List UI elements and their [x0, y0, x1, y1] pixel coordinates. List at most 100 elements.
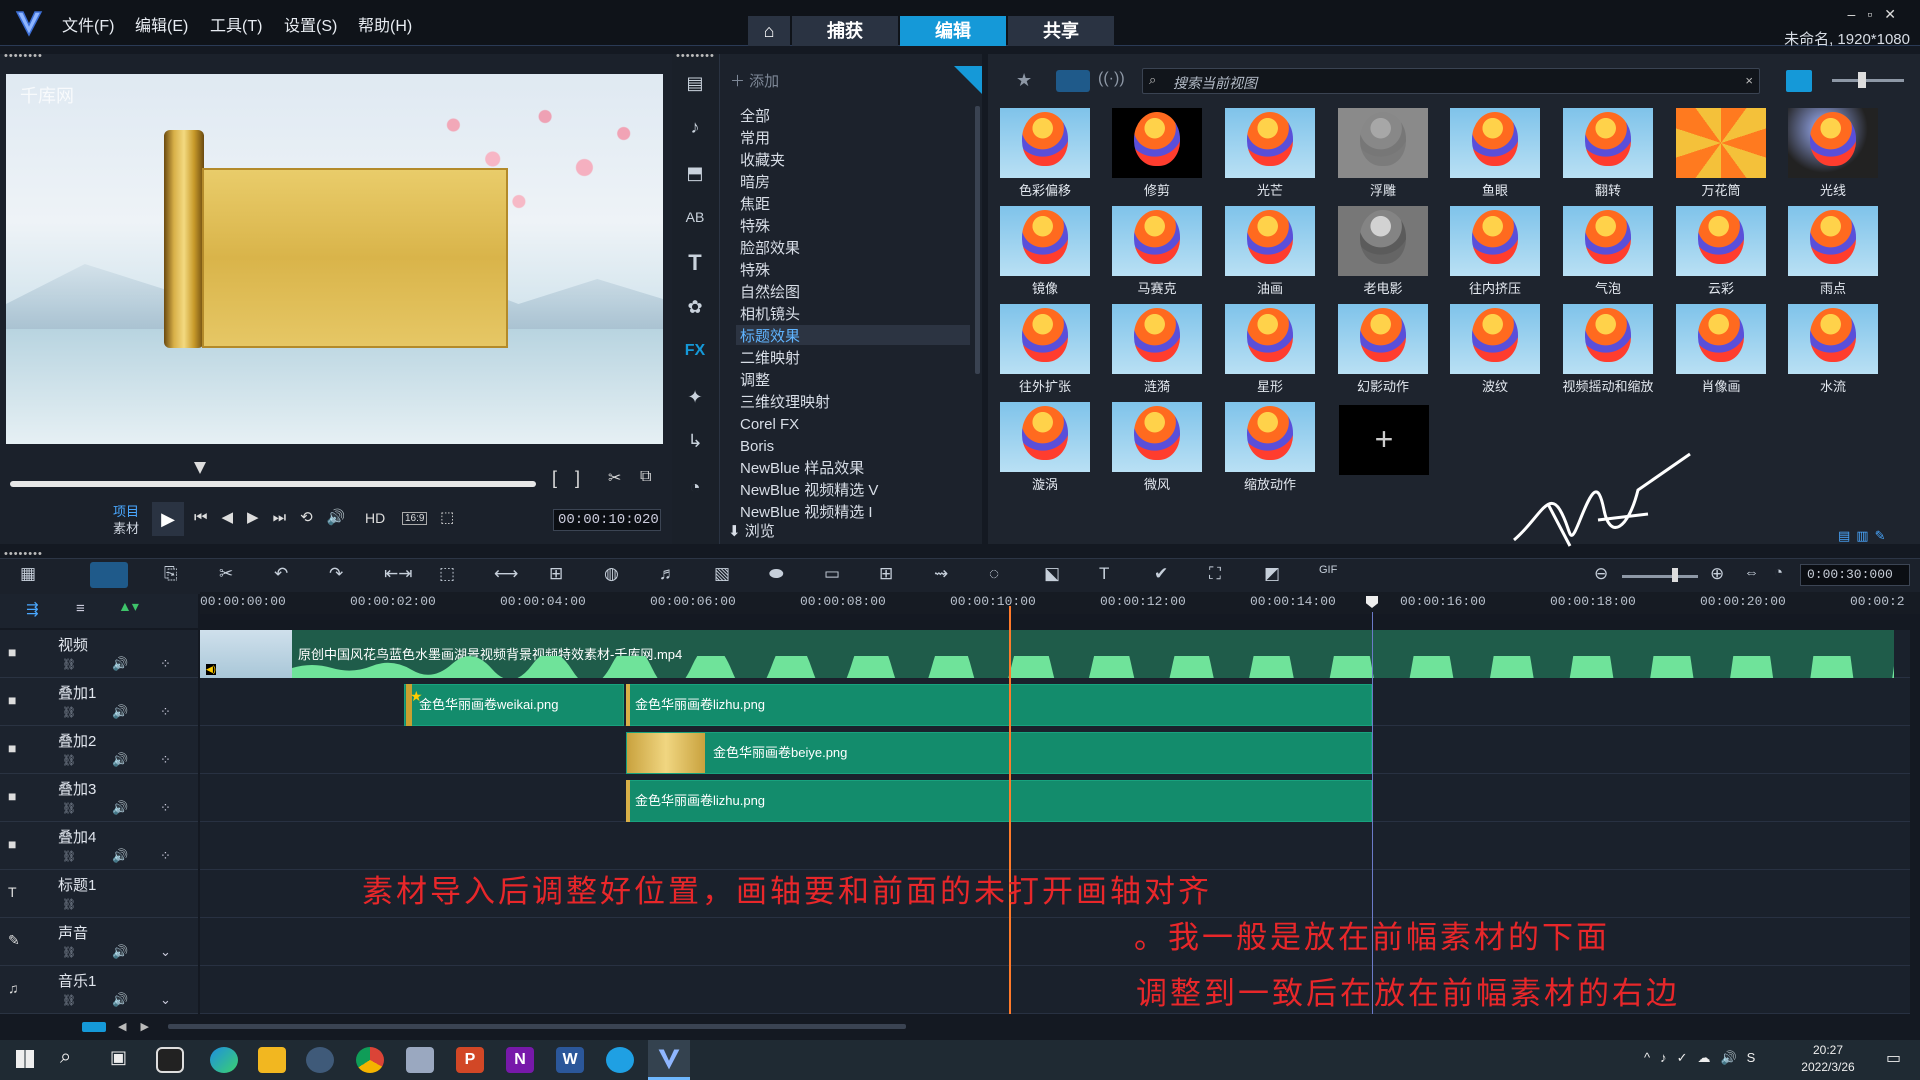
- add-category-button[interactable]: ＋ 添加: [730, 70, 779, 91]
- redo-icon[interactable]: ↷: [329, 564, 343, 584]
- title-icon[interactable]: T: [680, 248, 710, 278]
- audio-icon[interactable]: ♪: [680, 112, 710, 142]
- thumbnail-size-slider[interactable]: [1832, 79, 1904, 82]
- effect-thumbnail[interactable]: [1225, 108, 1315, 178]
- effect-thumbnail[interactable]: [1000, 304, 1090, 374]
- link-icon[interactable]: ⛓: [62, 946, 76, 959]
- effect-thumbnail[interactable]: [1000, 402, 1090, 472]
- overlay3-clip[interactable]: 金色华丽画卷lizhu.png: [626, 780, 1372, 822]
- view-mode-button[interactable]: [1786, 70, 1812, 92]
- category-scrollbar[interactable]: [975, 106, 980, 374]
- link-icon[interactable]: ⛓: [62, 706, 76, 719]
- timecode-display[interactable]: 00:00:10:020: [553, 509, 661, 531]
- track-header[interactable]: ■ 叠加3 ⛓ 🔊 ⁘: [0, 774, 198, 822]
- check-icon[interactable]: ✔: [1154, 564, 1168, 584]
- gallery-layout-buttons[interactable]: ▤▥✎: [1838, 528, 1891, 544]
- audio-mix-icon[interactable]: ♬: [659, 564, 676, 584]
- effect-thumbnail[interactable]: [1112, 108, 1202, 178]
- system-tray-icons[interactable]: ^♪✓☁🔊S: [1644, 1050, 1765, 1066]
- playhead[interactable]: [1009, 606, 1011, 1014]
- preview-scrubber[interactable]: [10, 481, 536, 487]
- mute-icon[interactable]: 🔊: [112, 656, 128, 672]
- onenote-icon[interactable]: N: [506, 1047, 534, 1073]
- effect-thumbnail[interactable]: [1338, 108, 1428, 178]
- effect-thumbnail[interactable]: [1112, 206, 1202, 276]
- time-ruler[interactable]: [200, 592, 1920, 614]
- menu-edit[interactable]: 编辑(E): [135, 12, 188, 36]
- effect-thumbnail[interactable]: [1225, 402, 1315, 472]
- speed-icon[interactable]: ◔: [680, 472, 710, 502]
- split-icon[interactable]: ⟷: [494, 564, 518, 584]
- copy-icon[interactable]: ⧉: [640, 468, 651, 486]
- tab-capture[interactable]: 捕获: [792, 16, 898, 46]
- effect-thumbnail[interactable]: [1676, 206, 1766, 276]
- paint-icon[interactable]: [406, 1047, 434, 1073]
- mute-icon[interactable]: 🔊: [112, 752, 128, 768]
- category-item[interactable]: 二维映射: [740, 348, 800, 370]
- tab-edit[interactable]: 编辑: [900, 16, 1006, 46]
- fx-icon[interactable]: FX: [680, 336, 710, 366]
- move-icon[interactable]: ⊞: [549, 564, 563, 584]
- edge-browser-icon[interactable]: [210, 1047, 238, 1073]
- ripple-edit-icon[interactable]: ⁘: [160, 704, 171, 720]
- blend-icon[interactable]: ⬬: [769, 564, 784, 584]
- overlay2-clip[interactable]: 金色华丽画卷beiye.png: [626, 732, 1372, 774]
- media-icon[interactable]: ▤: [680, 68, 710, 98]
- tools-icon[interactable]: ✂: [219, 564, 233, 584]
- copy-icon[interactable]: ⎘: [164, 564, 178, 584]
- video-clip[interactable]: ◀) 原创中国风花鸟蓝色水墨画湖景视频背景视频特效素材-千库网.mp4: [200, 630, 1894, 678]
- fit-project-icon[interactable]: ⇔: [1744, 564, 1759, 581]
- link-icon[interactable]: ⛓: [62, 754, 76, 767]
- subtitle-icon[interactable]: ▭: [824, 564, 840, 584]
- hd-toggle[interactable]: HD: [365, 510, 385, 526]
- window-controls[interactable]: –▫✕: [1848, 6, 1908, 23]
- effect-thumbnail[interactable]: [1000, 206, 1090, 276]
- task-view-icon[interactable]: ▣: [110, 1047, 127, 1068]
- scroll-arrows[interactable]: ◀▶: [118, 1020, 163, 1033]
- effect-thumbnail[interactable]: [1338, 304, 1428, 374]
- category-item[interactable]: 脸部效果: [740, 238, 800, 260]
- browse-button[interactable]: ⬇ 浏览: [728, 520, 775, 541]
- play-button[interactable]: ▶: [152, 502, 184, 536]
- category-item[interactable]: NewBlue 样品效果: [740, 458, 864, 480]
- link-icon[interactable]: ⛓: [62, 802, 76, 815]
- word-icon[interactable]: W: [556, 1047, 584, 1073]
- mute-icon[interactable]: 🔊: [112, 944, 128, 960]
- effect-thumbnail[interactable]: [1450, 206, 1540, 276]
- menu-help[interactable]: 帮助(H): [358, 12, 412, 36]
- zoom-slider[interactable]: [1622, 575, 1698, 578]
- ripple-edit-icon[interactable]: ⁘: [160, 800, 171, 816]
- clock-time[interactable]: 20:27: [1800, 1043, 1856, 1057]
- subtitle-icon[interactable]: AB: [680, 202, 710, 232]
- effect-thumbnail[interactable]: [1676, 304, 1766, 374]
- start-icon[interactable]: [16, 1050, 34, 1068]
- effect-thumbnail[interactable]: [1563, 304, 1653, 374]
- effect-thumbnail[interactable]: [1563, 206, 1653, 276]
- category-item[interactable]: 自然绘图: [740, 282, 800, 304]
- ripple-edit-icon[interactable]: ⁘: [160, 656, 171, 672]
- link-icon[interactable]: ⛓: [62, 658, 76, 671]
- category-item[interactable]: 标题效果: [740, 326, 800, 348]
- mask-icon[interactable]: ▧: [714, 564, 730, 584]
- graphics-icon[interactable]: ✿: [680, 292, 710, 322]
- file-explorer-icon[interactable]: [258, 1047, 286, 1073]
- timeline-scrollbar[interactable]: [168, 1024, 906, 1029]
- track-header[interactable]: ♫ 音乐1 ⛓ 🔊 ⌄: [0, 966, 198, 1014]
- zoom-out-icon[interactable]: ⊖: [1594, 564, 1608, 584]
- ripple-edit-icon[interactable]: ⁘: [160, 848, 171, 864]
- track-manager-icon[interactable]: ⇶: [26, 600, 39, 618]
- category-item[interactable]: Boris: [740, 436, 774, 458]
- effect-thumbnail[interactable]: [1563, 108, 1653, 178]
- track-header[interactable]: ■ 叠加4 ⛓ 🔊 ⁘: [0, 822, 198, 870]
- menu-settings[interactable]: 设置(S): [284, 12, 337, 36]
- motion-path-icon[interactable]: ↳: [680, 426, 710, 456]
- category-item[interactable]: 相机镜头: [740, 304, 800, 326]
- path-icon[interactable]: ✦: [680, 382, 710, 412]
- category-item[interactable]: 收藏夹: [740, 150, 785, 172]
- display-mode-icon[interactable]: ⬚: [440, 508, 454, 526]
- ripple-edit-icon[interactable]: ⁘: [160, 752, 171, 768]
- tab-home[interactable]: ⌂: [748, 16, 790, 46]
- overlay1-clip-a[interactable]: 金色华丽画卷weikai.png: [404, 684, 624, 726]
- split-clip-icon[interactable]: ✂: [608, 468, 621, 488]
- effect-thumbnail[interactable]: [1450, 304, 1540, 374]
